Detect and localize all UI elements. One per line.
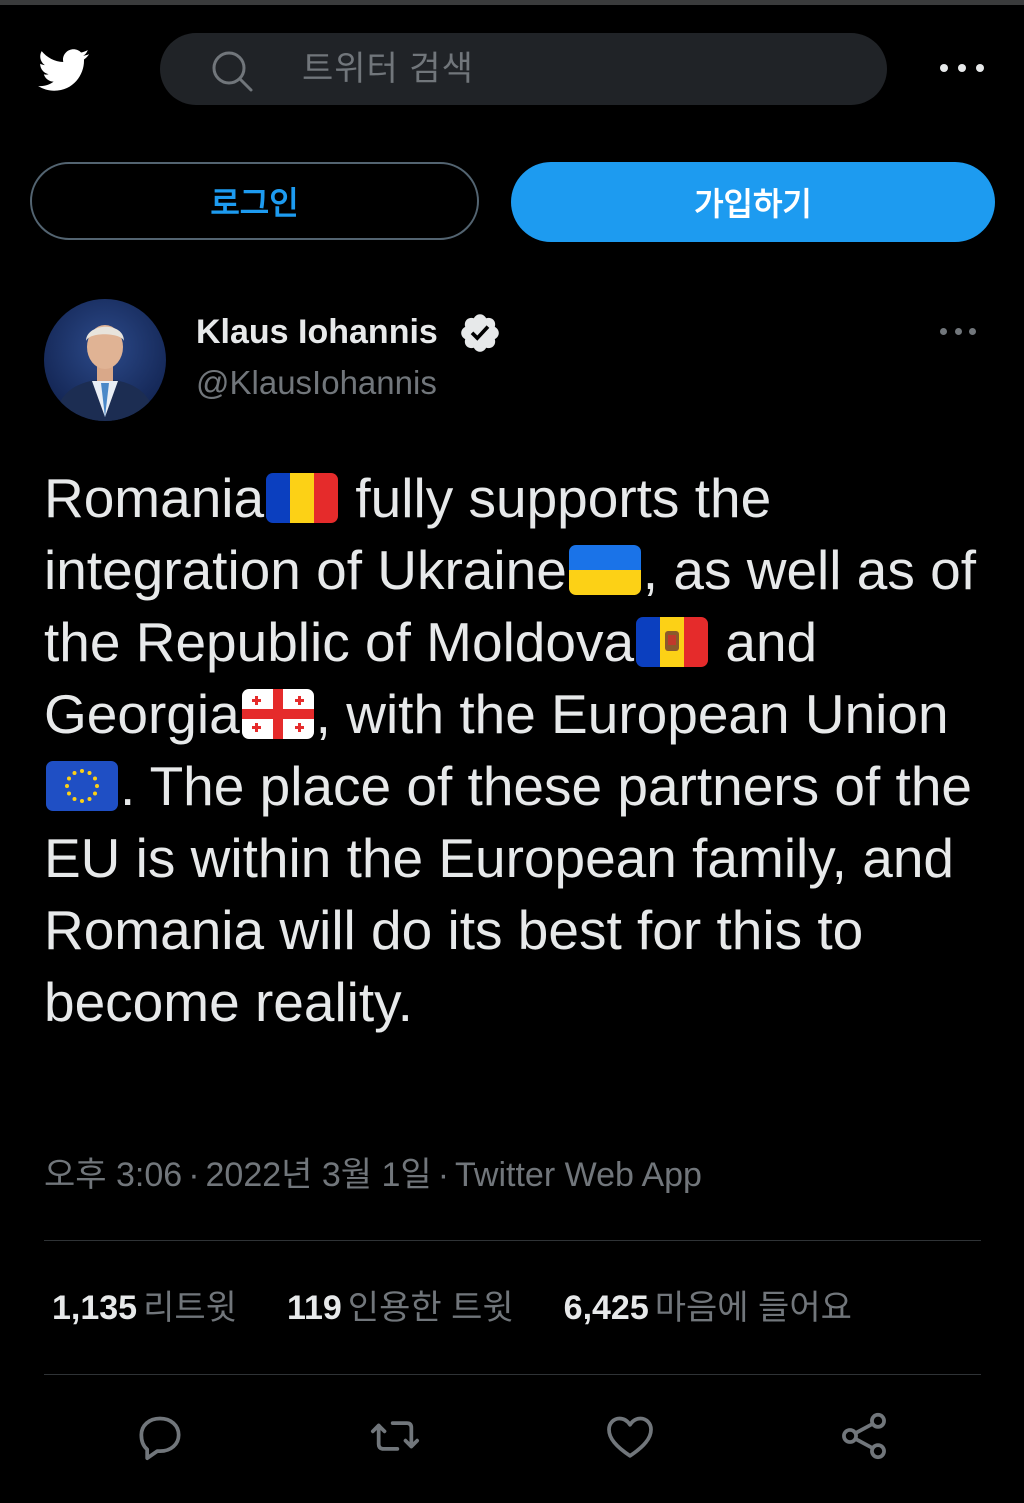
tweet-segment: . The place of these partners of the EU …	[44, 755, 973, 1033]
login-button[interactable]: 로그인	[30, 162, 479, 240]
tweet-source[interactable]: Twitter Web App	[455, 1156, 702, 1194]
ukraine-flag-emoji	[568, 545, 641, 595]
dot	[969, 327, 976, 335]
search-bar[interactable]: 트위터 검색	[160, 33, 887, 105]
header: 트위터 검색	[0, 5, 1024, 125]
share-icon[interactable]	[836, 1408, 892, 1464]
like-icon[interactable]	[602, 1408, 658, 1464]
likes-label: 마음에 들어요	[654, 1289, 852, 1327]
divider	[44, 1240, 981, 1241]
tweet-actions	[0, 1400, 1024, 1470]
retweet-icon[interactable]	[367, 1408, 423, 1464]
meta-separator: ·	[188, 1156, 200, 1194]
tweet-time[interactable]: 오후 3:06	[44, 1156, 182, 1194]
likes-count: 6,425	[563, 1289, 649, 1327]
twitter-bird-icon[interactable]	[30, 43, 96, 97]
tweet-date[interactable]: 2022년 3월 1일	[206, 1156, 432, 1194]
retweets-label: 리트윗	[143, 1289, 237, 1327]
signup-button[interactable]: 가입하기	[511, 162, 995, 242]
tweet-meta: 오후 3:06 · 2022년 3월 1일 · Twitter Web App	[44, 1155, 702, 1195]
quotes-stat[interactable]: 119 인용한 트윗	[287, 1286, 514, 1330]
quotes-label: 인용한 트윗	[347, 1289, 514, 1327]
retweets-count: 1,135	[52, 1289, 138, 1327]
dot	[954, 327, 962, 335]
dot	[940, 64, 948, 72]
tweet-stats: 1,135 리트윗 119 인용한 트윗 6,425 마음에 들어요	[52, 1286, 902, 1330]
divider	[44, 1374, 981, 1375]
more-horizontal-icon[interactable]	[940, 53, 984, 83]
avatar[interactable]	[44, 299, 166, 421]
eu-flag-emoji	[46, 761, 118, 811]
dot	[958, 64, 966, 72]
meta-separator: ·	[437, 1156, 450, 1194]
reply-icon[interactable]	[132, 1408, 188, 1464]
more-horizontal-icon[interactable]	[940, 318, 976, 344]
moldova-flag-emoji	[636, 617, 709, 667]
romania-flag-emoji	[266, 473, 339, 523]
georgia-flag-emoji	[241, 689, 314, 739]
search-icon	[212, 51, 253, 92]
search-input[interactable]: 트위터 검색	[302, 47, 474, 91]
dot	[940, 327, 947, 335]
verified-badge-icon	[461, 314, 499, 352]
tweet-segment: , with the European Union	[315, 683, 949, 745]
tweet-segment: Romania	[44, 467, 265, 529]
likes-stat[interactable]: 6,425 마음에 들어요	[564, 1286, 852, 1330]
author-name[interactable]: Klaus Iohannis	[196, 312, 438, 352]
author-handle[interactable]: @KlausIohannis	[196, 363, 437, 403]
retweets-stat[interactable]: 1,135 리트윗	[52, 1286, 237, 1330]
dot	[976, 64, 984, 72]
tweet-text: Romania fully supports the integration o…	[44, 462, 994, 1038]
quotes-count: 119	[286, 1289, 342, 1327]
